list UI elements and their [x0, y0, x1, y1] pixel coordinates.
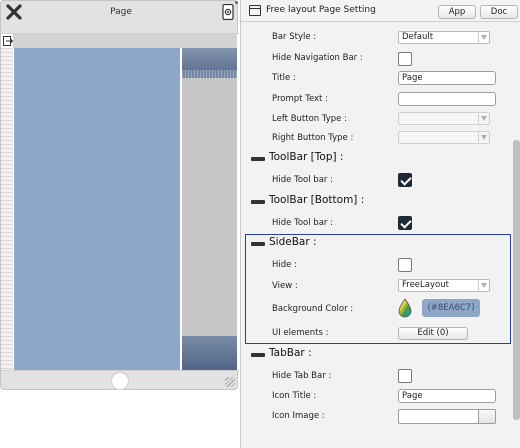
- preview-screen: [1, 33, 239, 371]
- toolbar-top-heading: ToolBar [Top] :: [269, 151, 344, 163]
- sidebar-hide-checkbox[interactable]: [398, 258, 412, 272]
- collapse-icon[interactable]: [251, 242, 265, 246]
- preview-toolbar-bottom[interactable]: [182, 336, 237, 370]
- icon-image-label: Icon Image :: [272, 411, 325, 421]
- hide-navigation-bar-checkbox[interactable]: [398, 52, 412, 66]
- prompt-text-input[interactable]: [398, 92, 496, 106]
- vertical-ruler: [1, 48, 13, 370]
- sidebar-view-label: View :: [272, 281, 298, 291]
- icon-title-label: Icon Title :: [272, 391, 317, 401]
- preview-titlebar: Page: [1, 1, 239, 29]
- panel-header: Free layout Page Setting App Doc: [241, 0, 520, 22]
- sidebar-heading: SideBar :: [269, 236, 317, 248]
- exit-icon[interactable]: [3, 36, 13, 46]
- panel-title: Free layout Page Setting: [266, 5, 376, 15]
- title-label: Title :: [272, 73, 296, 83]
- preview-sidebar[interactable]: [14, 48, 180, 370]
- device-rotate-icon[interactable]: [222, 4, 234, 20]
- toolbar-bottom-hide-label: Hide Tool bar :: [272, 218, 333, 228]
- hide-navigation-bar-label: Hide Navigation Bar :: [272, 53, 363, 63]
- doc-button[interactable]: Doc: [480, 5, 518, 19]
- prompt-text-label: Prompt Text :: [272, 94, 328, 104]
- color-picker-icon[interactable]: [398, 298, 412, 318]
- home-button[interactable]: [111, 372, 129, 390]
- window-indicator-dot: [235, 1, 238, 4]
- left-button-type-label: Left Button Type :: [272, 114, 347, 124]
- toolbar-bottom-heading: ToolBar [Bottom] :: [269, 194, 365, 206]
- right-button-type-select[interactable]: [398, 131, 490, 144]
- toolbar-top-hide-checkbox[interactable]: [398, 173, 412, 187]
- tabbar-heading: TabBar :: [269, 347, 312, 359]
- ui-elements-label: UI elements :: [272, 328, 329, 338]
- page-preview-window: Page: [0, 0, 239, 390]
- toolbar-top-hide-label: Hide Tool bar :: [272, 175, 333, 185]
- preview-content-area[interactable]: [182, 48, 237, 370]
- page-settings-panel: Free layout Page Setting App Doc Bar Sty…: [240, 0, 520, 448]
- background-color-swatch[interactable]: (#8EA6C7): [422, 299, 480, 317]
- chevron-down-icon: [478, 113, 489, 124]
- ui-elements-edit-button[interactable]: Edit (0): [398, 327, 468, 340]
- title-input[interactable]: Page: [398, 71, 496, 85]
- close-icon[interactable]: [5, 3, 23, 21]
- app-button[interactable]: App: [438, 5, 476, 19]
- sidebar-view-value: FreeLayout: [402, 280, 449, 290]
- preview-toolbar-top[interactable]: [182, 48, 237, 78]
- bar-style-value: Default: [402, 32, 434, 42]
- browse-button[interactable]: [478, 409, 496, 424]
- toolbar-bottom-hide-checkbox[interactable]: [398, 216, 412, 230]
- window-icon: [249, 5, 261, 16]
- hide-tab-bar-checkbox[interactable]: [398, 369, 412, 383]
- collapse-icon[interactable]: [251, 353, 265, 357]
- right-button-type-label: Right Button Type :: [272, 133, 354, 143]
- collapse-icon[interactable]: [251, 157, 265, 161]
- chevron-down-icon: [478, 132, 489, 143]
- preview-title: Page: [110, 7, 132, 17]
- left-button-type-select[interactable]: [398, 112, 490, 125]
- horizontal-ruler: [13, 34, 237, 48]
- icon-title-input[interactable]: Page: [398, 389, 496, 403]
- resize-handle[interactable]: [225, 377, 235, 387]
- sidebar-view-select[interactable]: FreeLayout: [398, 279, 490, 292]
- bar-style-label: Bar Style :: [272, 32, 317, 42]
- chevron-down-icon: [478, 32, 489, 43]
- bar-style-select[interactable]: Default: [398, 31, 490, 44]
- scrollbar-thumb[interactable]: [513, 140, 520, 420]
- chevron-down-icon: [478, 280, 489, 291]
- sidebar-hide-label: Hide :: [272, 260, 297, 270]
- background-color-label: Background Color :: [272, 304, 354, 314]
- collapse-icon[interactable]: [251, 200, 265, 204]
- hide-tab-bar-label: Hide Tab Bar :: [272, 371, 332, 381]
